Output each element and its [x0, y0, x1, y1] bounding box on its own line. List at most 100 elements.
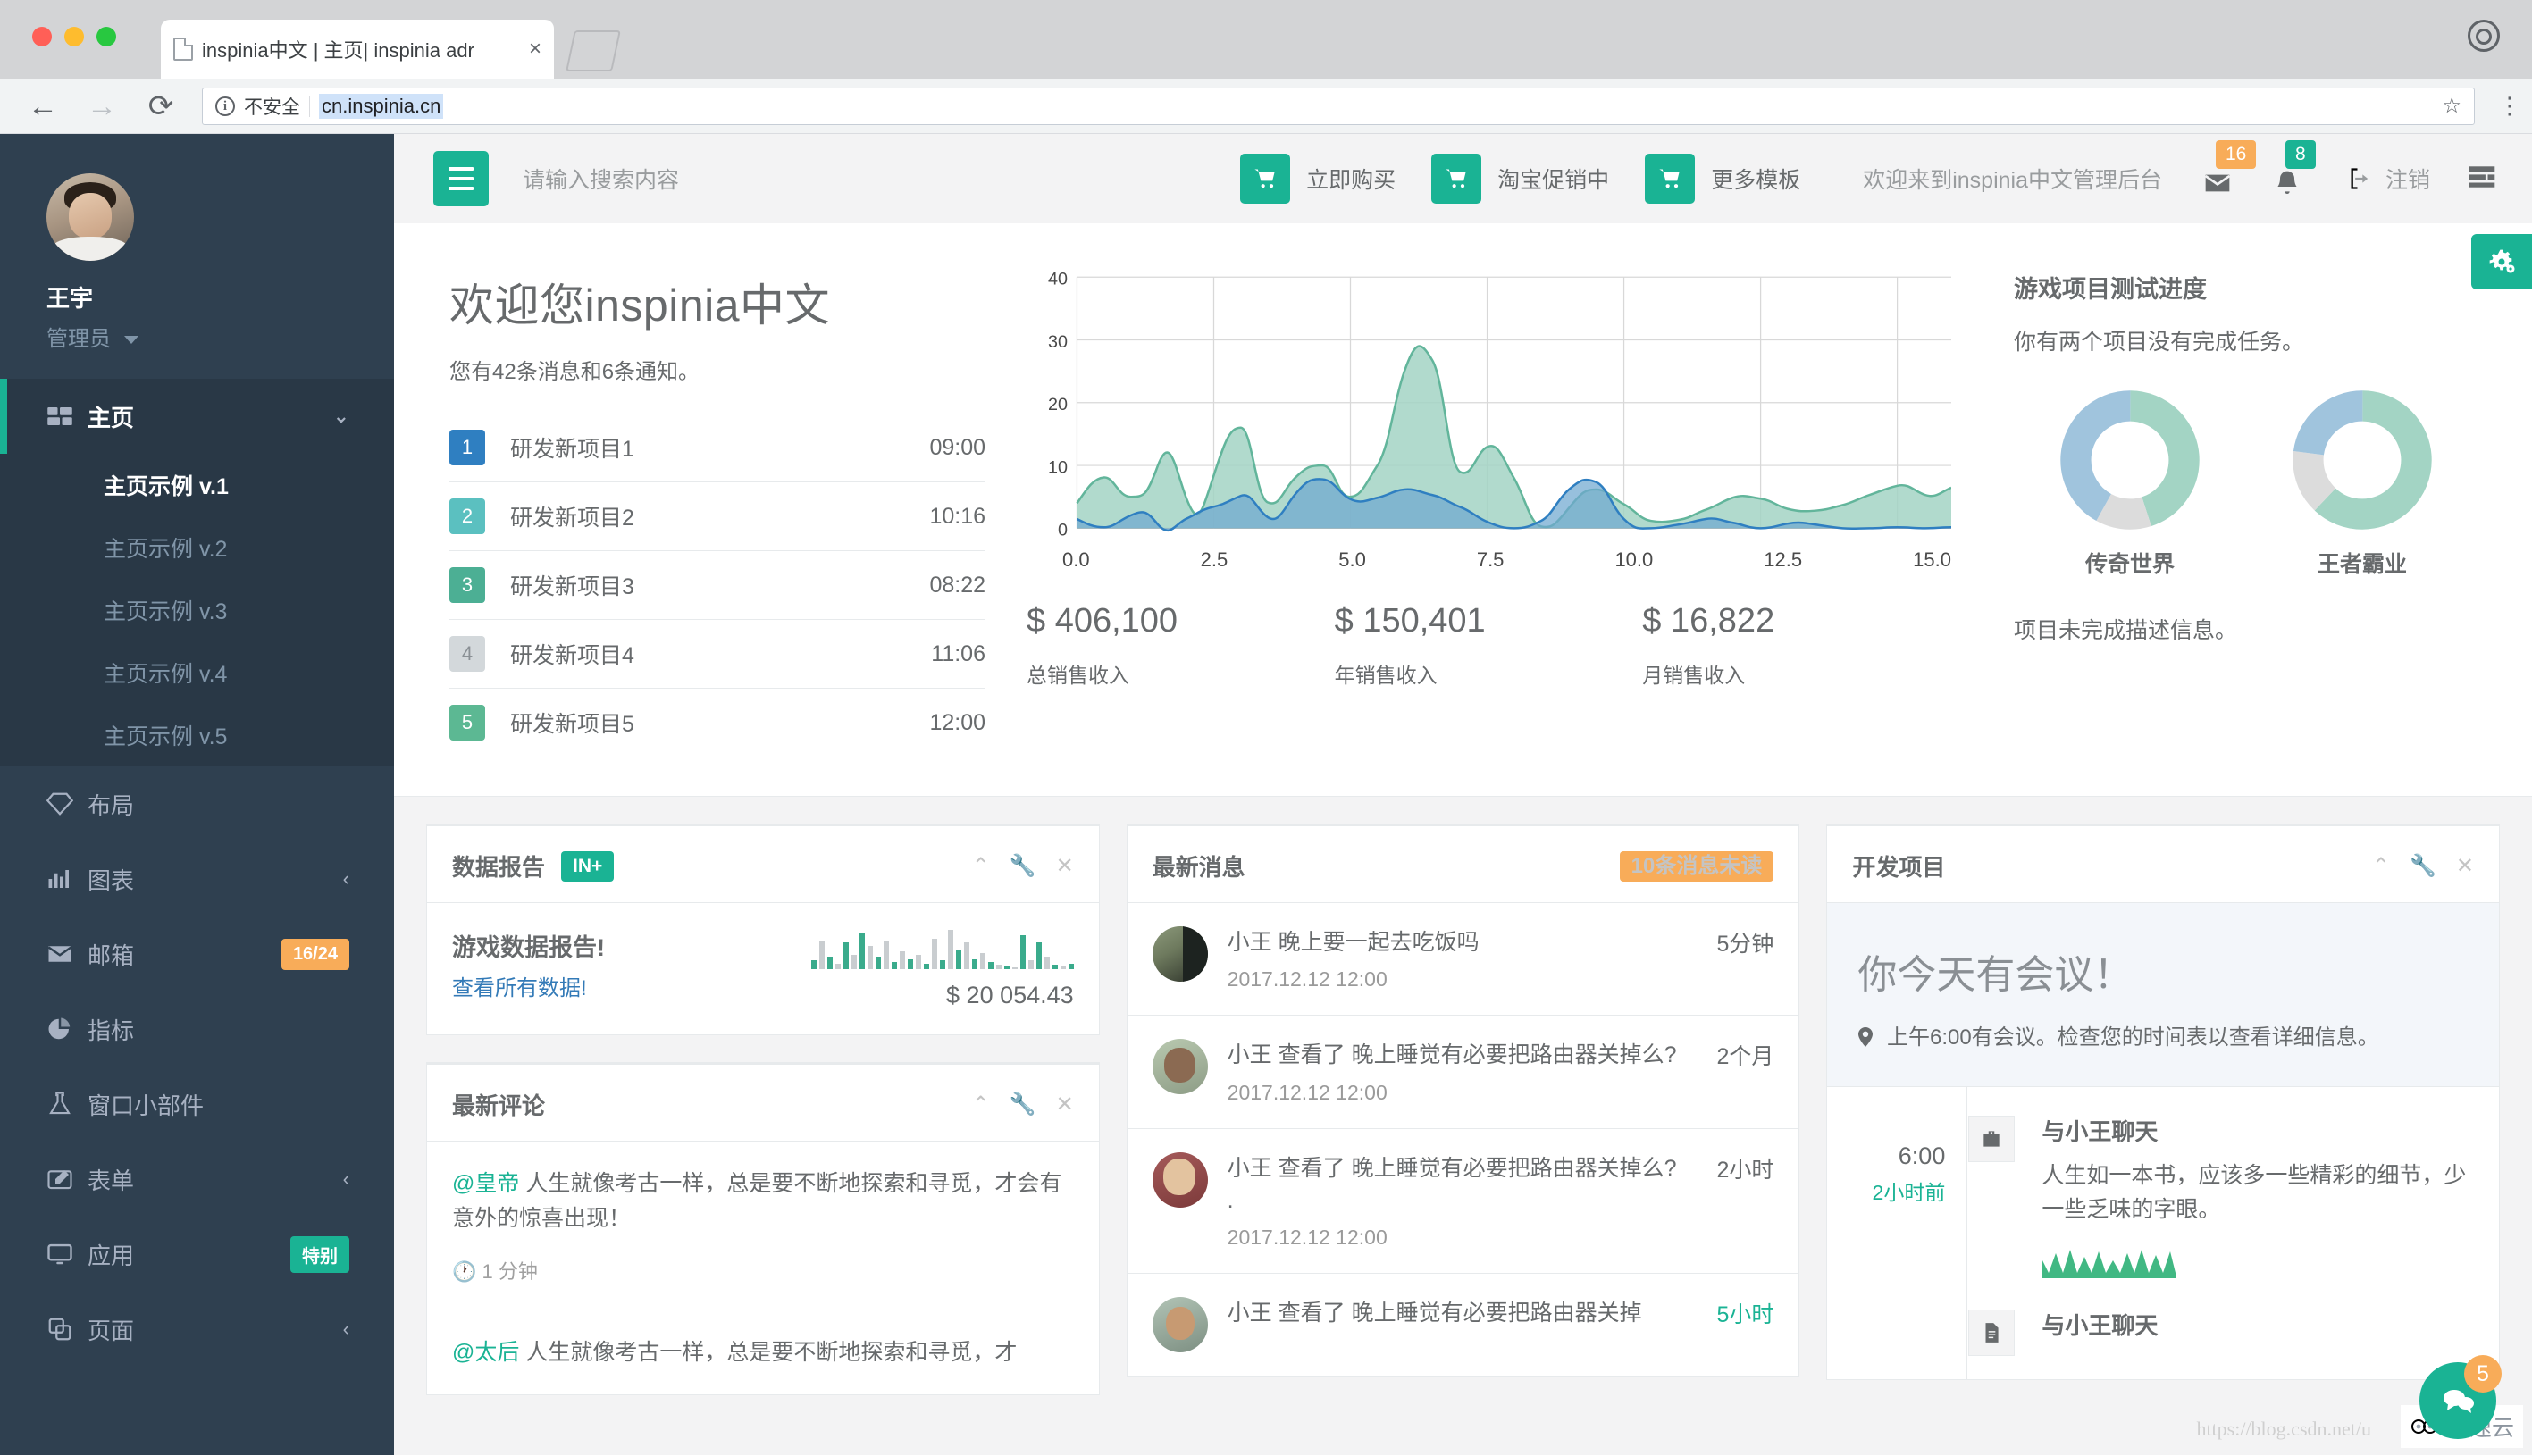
- sidebar-toggle-button[interactable]: [433, 151, 489, 206]
- messages-button[interactable]: 16: [2203, 140, 2257, 197]
- theme-settings-button[interactable]: [2471, 234, 2532, 289]
- sidebar-item-widgets[interactable]: 窗口小部件: [0, 1067, 394, 1142]
- widgets-column-middle: 最新消息 10条消息未读 小王 晚上要一起去吃饭吗 2017.12.12 12:…: [1126, 824, 1800, 1422]
- chat-bubble-icon: [2444, 1390, 2474, 1413]
- list-item[interactable]: 小王 查看了 晚上睡觉有必要把路由器关掉么? 2017.12.12 12:00 …: [1127, 1016, 1799, 1129]
- sidebar-item-mailbox-label: 邮箱: [88, 941, 135, 969]
- sidebar-item-charts-label: 图表: [88, 866, 135, 894]
- sidebar-subitem-dashboard-v5[interactable]: 主页示例 v.5: [0, 704, 394, 766]
- browser-tab[interactable]: inspinia中文 | 主页| inspinia adr ×: [161, 20, 554, 79]
- close-icon[interactable]: ✕: [1056, 855, 1074, 877]
- list-item[interactable]: 小王 查看了 晚上睡觉有必要把路由器关掉 5小时: [1128, 1274, 1799, 1376]
- dev-project-header: 开发项目 ⌃ 🔧 ✕: [1827, 826, 2500, 903]
- comment-author[interactable]: @太后: [452, 1340, 519, 1365]
- sidebar-item-mailbox[interactable]: 邮箱 16/24: [0, 916, 394, 992]
- sparkline-bar: [947, 930, 953, 969]
- donut-chart-1: 传奇世界: [2014, 389, 2246, 579]
- sales-chart-column: 40 30 20 10 0 0.0 2.5 5.0 7.5 10.0 12.5 …: [985, 270, 1978, 689]
- avatar: [46, 173, 134, 261]
- donut-charts: 传奇世界 王者霸业: [2014, 389, 2478, 579]
- address-bar[interactable]: i 不安全 cn.inspinia.cn ☆: [202, 87, 2475, 125]
- layout-toggle-button[interactable]: [2468, 165, 2496, 193]
- sidebar-profile[interactable]: 王宇 管理员: [0, 134, 394, 379]
- wrench-icon[interactable]: 🔧: [1010, 855, 1036, 877]
- latest-comments-title: 最新评论: [452, 1092, 546, 1119]
- stat-label: 总销售收入: [1027, 664, 1129, 687]
- sparkline-bar: [867, 946, 873, 969]
- sidebar-item-forms-label: 表单: [88, 1167, 135, 1194]
- table-row[interactable]: 3 研发新项目3 08:22: [449, 551, 985, 620]
- back-icon[interactable]: ←: [25, 91, 61, 121]
- sidebar-subitem-dashboard-v2[interactable]: 主页示例 v.2: [0, 516, 394, 579]
- bookmark-star-icon[interactable]: ☆: [2442, 93, 2461, 119]
- wrench-icon[interactable]: 🔧: [2410, 855, 2436, 877]
- taobao-promo-button[interactable]: 淘宝促销中: [1431, 154, 1609, 204]
- stat-label: 月销售收入: [1642, 664, 1746, 687]
- table-row[interactable]: 5 研发新项目5 12:00: [449, 689, 985, 757]
- chart-canvas: 40 30 20 10 0: [1048, 270, 1951, 540]
- timeline-content: 与小王聊天: [2015, 1306, 2474, 1356]
- collapse-icon[interactable]: ⌃: [2372, 855, 2390, 877]
- reload-icon[interactable]: ⟳: [143, 91, 179, 121]
- map-pin-icon: [1857, 1025, 1874, 1050]
- stat-monthly-sales: $ 16,822 月销售收入: [1642, 602, 1950, 689]
- sidebar-item-layout[interactable]: 布局: [0, 766, 394, 841]
- close-icon[interactable]: ✕: [1056, 1093, 1074, 1116]
- close-icon[interactable]: ✕: [2456, 855, 2474, 877]
- search-input[interactable]: 请输入搜索内容: [523, 163, 679, 195]
- browser-menu-icon[interactable]: ⋮: [2498, 94, 2521, 117]
- sparkline-bar: [810, 960, 817, 969]
- pie-chart-icon: [46, 1016, 88, 1042]
- stat-total-sales: $ 406,100 总销售收入: [1027, 602, 1335, 689]
- list-item[interactable]: @皇帝 人生就像考古一样，总是要不断地探索和寻觅，才会有意外的惊喜出现！ 🕐 1…: [427, 1142, 1099, 1310]
- list-item[interactable]: @太后 人生就像考古一样，总是要不断地探索和寻觅，才: [427, 1310, 1099, 1395]
- browser-profile-icon[interactable]: [2468, 20, 2500, 52]
- buy-now-button[interactable]: 立即购买: [1240, 154, 1396, 204]
- maximize-window-button[interactable]: [96, 27, 116, 46]
- sidebar-item-metrics[interactable]: 指标: [0, 992, 394, 1067]
- sidebar-item-apps[interactable]: 应用 特别: [0, 1217, 394, 1292]
- table-row[interactable]: 1 研发新项目1 09:00: [449, 414, 985, 482]
- list-item[interactable]: 与小王聊天: [1852, 1306, 2474, 1379]
- forward-icon[interactable]: →: [84, 91, 120, 121]
- cart-icon: [1240, 154, 1291, 204]
- comment-author[interactable]: @皇帝: [452, 1171, 519, 1196]
- profile-role[interactable]: 管理员: [46, 321, 394, 352]
- wrench-icon[interactable]: 🔧: [1010, 1093, 1036, 1116]
- info-icon[interactable]: i: [215, 96, 235, 116]
- data-report-content: 游戏数据报告! 查看所有数据! $ 20 054.43: [427, 903, 1099, 1034]
- sidebar-item-forms[interactable]: 表单 ‹: [0, 1142, 394, 1217]
- notifications-button[interactable]: 8: [2273, 140, 2316, 197]
- sparkline-bar: [834, 964, 841, 969]
- view-all-data-link[interactable]: 查看所有数据!: [452, 970, 605, 1001]
- minimize-window-button[interactable]: [64, 27, 84, 46]
- message-relative-time: 2个月: [1716, 1044, 1774, 1070]
- table-row[interactable]: 2 研发新项目2 10:16: [449, 482, 985, 551]
- sidebar-subitem-dashboard-v3[interactable]: 主页示例 v.3: [0, 579, 394, 641]
- collapse-icon[interactable]: ⌃: [972, 1093, 990, 1116]
- new-tab-button[interactable]: [566, 30, 621, 71]
- y-axis-tick-labels: 40 30 20 10 0: [1048, 270, 1068, 540]
- sparkline-bar: [1003, 966, 1010, 969]
- chat-button[interactable]: 5: [2419, 1355, 2502, 1439]
- x-tick: 7.5: [1476, 548, 1505, 571]
- notifications-count-badge: 8: [2285, 140, 2316, 169]
- close-window-button[interactable]: [32, 27, 52, 46]
- sidebar-item-pages[interactable]: 页面 ‹: [0, 1292, 394, 1367]
- x-tick: 0.0: [1062, 548, 1090, 571]
- table-row[interactable]: 4 研发新项目4 11:06: [449, 620, 985, 689]
- sidebar-subitem-dashboard-v4[interactable]: 主页示例 v.4: [0, 641, 394, 704]
- collapse-icon[interactable]: ⌃: [972, 855, 990, 877]
- sidebar-item-home[interactable]: 主页 ⌄: [0, 379, 394, 454]
- page-title: 欢迎您inspinia中文: [449, 280, 831, 331]
- avatar: [1152, 1297, 1208, 1352]
- logout-button[interactable]: 注销: [2348, 163, 2430, 195]
- more-templates-button[interactable]: 更多模板: [1645, 154, 1800, 204]
- close-tab-icon[interactable]: ×: [529, 37, 541, 62]
- admin-app: 王宇 管理员 主页 ⌄ 主页示例 v.1 主页示例 v.2 主页示例 v.3 主…: [0, 134, 2532, 1455]
- list-item[interactable]: 6:00 2小时前 与小王聊天 人生如一本书，应该多一些精彩的细节，少一些乏味的…: [1852, 1112, 2474, 1306]
- sidebar-item-charts[interactable]: 图表 ‹: [0, 841, 394, 916]
- list-item[interactable]: 小王 查看了 晚上睡觉有必要把路由器关掉么? . 2017.12.12 12:0…: [1127, 1129, 1799, 1274]
- sidebar-subitem-dashboard-v1[interactable]: 主页示例 v.1: [0, 454, 394, 516]
- list-item[interactable]: 小王 晚上要一起去吃饭吗 2017.12.12 12:00 5分钟: [1127, 903, 1799, 1017]
